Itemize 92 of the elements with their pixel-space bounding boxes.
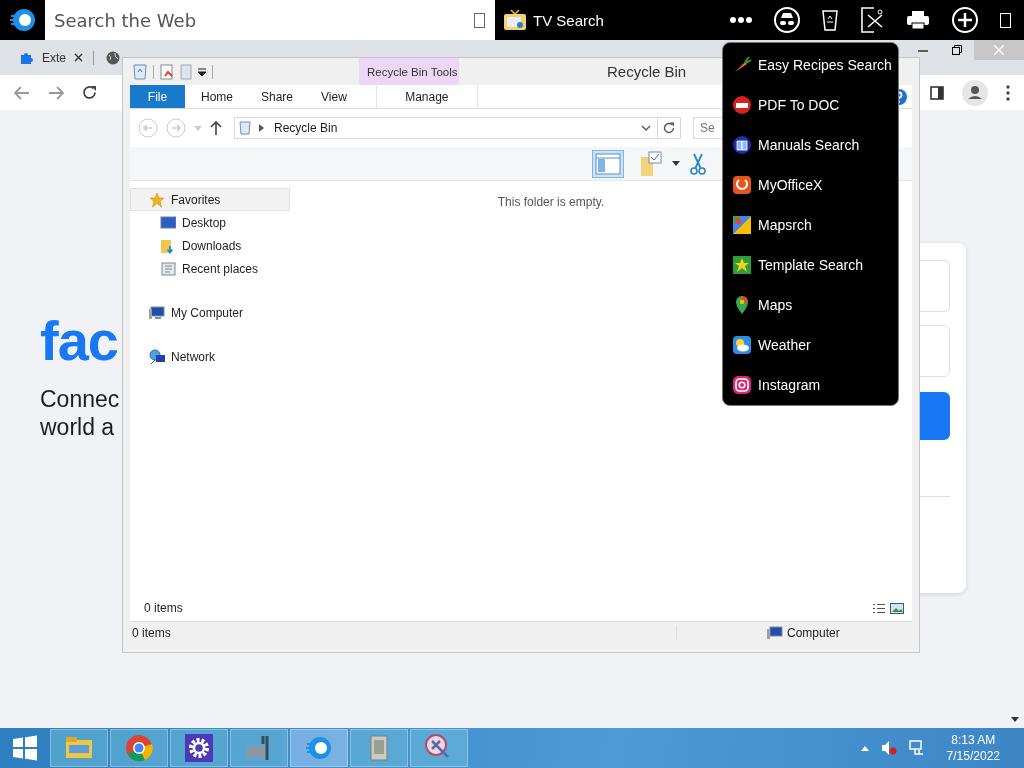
windows-logo-icon xyxy=(12,735,38,761)
menu-icon[interactable] xyxy=(1006,84,1010,101)
puzzle-icon xyxy=(20,50,34,65)
weather-icon xyxy=(732,335,752,355)
downloads-folder-icon xyxy=(160,237,176,254)
nav-item[interactable]: Favorites xyxy=(130,188,290,211)
muted-speaker-icon[interactable] xyxy=(880,740,897,756)
taskbar-button[interactable] xyxy=(410,729,468,767)
nav-item[interactable]: My Computer xyxy=(130,301,290,324)
chrome-icon xyxy=(123,732,155,764)
profile-icon[interactable] xyxy=(962,79,988,106)
tagline-text: world a xyxy=(40,413,116,441)
taskbar-button[interactable] xyxy=(230,729,288,767)
up-arrow-icon[interactable] xyxy=(210,121,222,135)
status-location: Computer xyxy=(787,626,840,640)
more-icon[interactable] xyxy=(730,17,752,23)
thumbnail-view-icon[interactable] xyxy=(890,602,904,614)
browser-tab[interactable]: Exte xyxy=(20,50,94,65)
computer-icon xyxy=(149,304,165,321)
camera-icon xyxy=(732,375,752,395)
printer-icon[interactable] xyxy=(906,10,930,30)
swirl-logo-icon xyxy=(9,7,36,33)
pane-icon xyxy=(595,152,621,175)
menu-item[interactable]: Mapsrch xyxy=(723,205,898,245)
network-icon[interactable] xyxy=(908,740,925,756)
details-view-icon[interactable] xyxy=(872,602,886,614)
ribbon-tab[interactable]: Home xyxy=(187,85,247,108)
ribbon-tab[interactable]: View xyxy=(307,85,361,108)
recent-places-icon xyxy=(160,260,176,277)
tagline-text: Connec xyxy=(40,385,120,413)
restore-icon xyxy=(952,45,962,55)
ribbon-tab[interactable]: Manage xyxy=(375,85,478,108)
star-icon xyxy=(149,191,165,208)
network-icon xyxy=(149,348,165,365)
sidebar-icon[interactable] xyxy=(930,85,944,100)
nav-item[interactable]: Downloads xyxy=(130,234,290,257)
item-count: 0 items xyxy=(144,601,183,615)
folder-check-icon[interactable] xyxy=(640,150,662,177)
clock-date[interactable]: 7/15/2022 xyxy=(946,748,1000,764)
empty-folder-message: This folder is empty. xyxy=(497,195,605,209)
search-bar[interactable]: Search the Web xyxy=(45,0,495,40)
menu-item[interactable]: Maps xyxy=(723,285,898,325)
search-field[interactable]: Search the Web xyxy=(52,8,474,32)
chevron-down-icon xyxy=(641,125,651,131)
refresh-button[interactable] xyxy=(657,117,681,139)
square-icon[interactable] xyxy=(1000,12,1011,28)
status-text: 0 items xyxy=(130,626,677,640)
taskbar-button[interactable] xyxy=(170,729,228,767)
gear-icon xyxy=(183,732,215,764)
ribbon-tab[interactable]: Share xyxy=(247,85,308,108)
window-title: Recycle Bin xyxy=(607,63,687,80)
caret-icon[interactable] xyxy=(672,161,680,166)
template-icon xyxy=(732,255,752,275)
address-bar[interactable]: Recycle Bin xyxy=(234,117,658,139)
site-logo: fac xyxy=(40,308,118,373)
clock-time[interactable]: 8:13 AM xyxy=(951,732,996,748)
back-icon[interactable] xyxy=(14,85,30,100)
menu-item[interactable]: Instagram xyxy=(723,365,898,405)
phone-scissors-icon[interactable] xyxy=(860,7,884,33)
menu-item[interactable]: Template Search xyxy=(723,245,898,285)
reload-icon[interactable] xyxy=(82,85,97,100)
menu-item[interactable]: Easy Recipes Search xyxy=(723,45,898,85)
office-icon xyxy=(732,175,752,195)
toolbar-title: TV Search xyxy=(533,11,604,29)
menu-item[interactable]: MyOfficeX xyxy=(723,165,898,205)
menu-item[interactable]: Manuals Search xyxy=(723,125,898,165)
computer-icon xyxy=(767,626,783,640)
scroll-down-icon[interactable] xyxy=(1011,717,1019,722)
desktop-icon xyxy=(160,214,176,231)
refresh-icon xyxy=(663,122,675,134)
add-icon[interactable] xyxy=(952,7,978,33)
nav-item[interactable]: Desktop xyxy=(130,211,290,234)
incognito-icon[interactable] xyxy=(774,7,800,33)
forward-icon[interactable] xyxy=(48,85,64,100)
close-icon xyxy=(994,45,1004,55)
square-icon xyxy=(474,12,485,28)
ribbon-tab[interactable]: File xyxy=(130,85,185,108)
pdf-icon xyxy=(732,95,752,115)
globe-icon xyxy=(106,50,120,65)
chevron-icon xyxy=(259,124,264,132)
nav-item[interactable]: Network xyxy=(130,345,290,368)
tv-icon xyxy=(503,9,527,31)
book-icon xyxy=(732,135,752,155)
recycle-bin-icon xyxy=(239,121,251,135)
properties-icon[interactable] xyxy=(160,63,174,80)
close-icon[interactable] xyxy=(74,53,83,62)
contextual-tab-header: Recycle Bin Tools xyxy=(359,58,459,85)
nav-item[interactable]: Recent places xyxy=(130,257,290,280)
menu-item[interactable]: Weather xyxy=(723,325,898,365)
menu-item[interactable]: PDF To DOC xyxy=(723,85,898,125)
map-icon xyxy=(732,215,752,235)
dropdown-icon[interactable] xyxy=(198,67,206,76)
